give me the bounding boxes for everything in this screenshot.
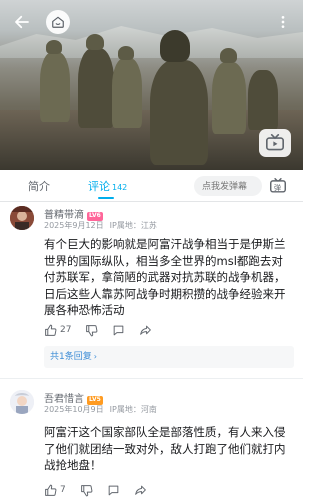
share-button[interactable] [139, 324, 152, 337]
video-frame-figure [220, 48, 237, 63]
video-frame-figure [150, 60, 208, 165]
thumbs-down-icon [86, 324, 98, 336]
comment-item: 普精带滴 LV6 2025年9月12日 IP属地：江苏 有个巨大的影响就是阿富汗战争… [0, 202, 303, 377]
video-frame-figure [248, 70, 278, 130]
thumbs-down-icon [80, 484, 93, 496]
comment-username[interactable]: 普精带滴 LV6 [44, 206, 103, 221]
like-button[interactable]: 7 [44, 484, 66, 497]
share-icon [140, 325, 152, 335]
video-player[interactable] [0, 0, 303, 170]
comment-actions: 27 [44, 323, 166, 337]
chat-bubble-icon [108, 485, 119, 495]
chevron-right-icon: › [93, 352, 97, 361]
comment-ip-location: IP属地：河南 [109, 405, 157, 414]
comment-date: 2025年10月9日 [44, 405, 104, 414]
thumbs-up-icon [45, 324, 57, 336]
comment-ip-location: IP属地：江苏 [109, 221, 157, 230]
comment-divider [0, 378, 303, 379]
comment-date: 2025年9月12日 [44, 221, 104, 230]
home-icon [52, 16, 64, 28]
avatar[interactable] [10, 206, 34, 230]
play-button[interactable] [259, 129, 291, 157]
comment-actions: 7 [44, 483, 161, 497]
avatar[interactable] [10, 390, 34, 414]
comment-meta: 2025年10月9日 IP属地：河南 [44, 404, 163, 415]
tv-icon [266, 134, 284, 151]
like-count: 7 [60, 485, 66, 495]
video-frame-figure [46, 40, 62, 54]
tab-intro[interactable]: 简介 [28, 178, 50, 194]
danmaku-toggle-label: 弹 [274, 184, 281, 192]
thumbs-up-icon [45, 484, 57, 496]
danmaku-toggle-button[interactable]: 弹 [268, 176, 288, 196]
more-vertical-icon [281, 16, 285, 28]
tab-comments-label: 评论 [88, 180, 110, 193]
share-icon [134, 485, 146, 495]
like-button[interactable]: 27 [44, 324, 71, 337]
dislike-button[interactable] [85, 324, 98, 337]
tab-intro-label: 简介 [28, 180, 50, 193]
tab-comments-count: 142 [112, 183, 128, 192]
like-count: 27 [60, 325, 72, 335]
arrow-left-icon [15, 15, 29, 29]
chat-bubble-icon [114, 325, 124, 335]
avatar-image [10, 206, 34, 230]
comment-item: 吾君惜言 LV5 2025年10月9日 IP属地：河南 阿富汗这个国家部队全是部落性… [0, 386, 303, 500]
view-replies-button[interactable]: 共1条回复 › [44, 346, 294, 368]
tab-bar: 简介 评论142 弹 [0, 170, 303, 202]
comment-text: 阿富汗这个国家部队全是部落性质，有人来入侵了他们就团结一致对外，敌人打跑了他们就… [44, 425, 286, 472]
more-button[interactable] [269, 8, 297, 36]
tab-active-indicator [98, 197, 114, 199]
video-frame-figure [112, 58, 142, 128]
comment-meta: 2025年9月12日 IP属地：江苏 [44, 220, 163, 231]
video-frame-figure [78, 48, 114, 128]
video-frame-figure [212, 62, 246, 134]
comment-text: 有个巨大的影响就是阿富汗战争相当于是伊斯兰世界的国际纵队，相当多全世界的msl都… [44, 237, 286, 317]
video-frame-figure [118, 46, 134, 60]
share-button[interactable] [134, 484, 147, 497]
dislike-button[interactable] [80, 484, 93, 497]
home-button[interactable] [46, 10, 70, 34]
danmaku-input[interactable] [194, 176, 262, 196]
replies-count-label: 共1条回复 [50, 352, 92, 362]
back-button[interactable] [8, 8, 36, 36]
reply-button[interactable] [112, 324, 125, 337]
tab-comments[interactable]: 评论 142 [88, 178, 127, 194]
comment-username[interactable]: 吾君惜言 LV5 [44, 390, 103, 405]
reply-button[interactable] [107, 484, 120, 497]
video-frame-figure [160, 30, 190, 62]
video-frame-figure [86, 34, 104, 50]
avatar-image [10, 390, 34, 414]
video-frame-figure [40, 52, 70, 122]
